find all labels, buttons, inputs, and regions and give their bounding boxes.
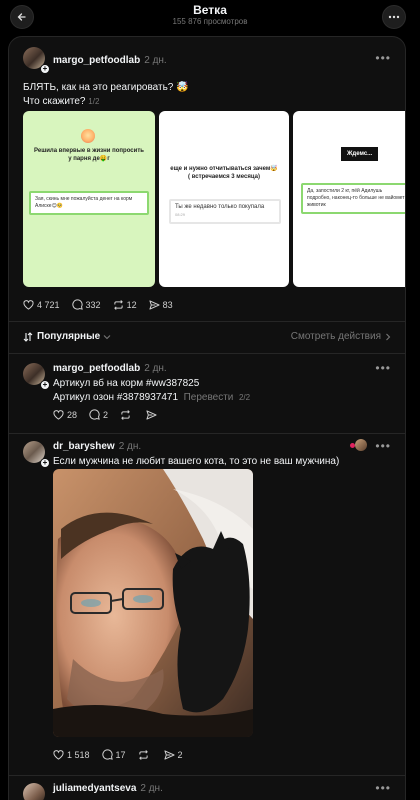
avatar-wrap[interactable]: + xyxy=(23,441,50,468)
post-text-line1: БЛЯТЬ, как на это реагировать? 🤯 xyxy=(23,82,189,93)
top-bar: Ветка 155 876 просмотров xyxy=(0,0,420,36)
send-icon xyxy=(149,299,160,310)
sort-icon xyxy=(23,331,33,342)
follow-plus-icon[interactable]: + xyxy=(40,64,50,74)
repost-count: 12 xyxy=(126,299,137,310)
post-time: 2 дн. xyxy=(144,363,167,374)
send-icon xyxy=(164,749,175,760)
avatar-wrap[interactable]: + xyxy=(23,783,49,800)
share-button[interactable]: 2 xyxy=(164,750,183,760)
post-more-icon[interactable]: ••• xyxy=(375,51,391,65)
comment-count: 2 xyxy=(103,409,109,420)
post-photo[interactable] xyxy=(53,469,253,737)
post-username[interactable]: juliamedyantseva 2 дн. xyxy=(53,783,163,794)
repost-icon xyxy=(113,299,123,310)
post-actions: 1 518 17 2 xyxy=(53,749,195,760)
follow-plus-icon[interactable]: + xyxy=(40,380,50,390)
share-count: 83 xyxy=(162,299,173,310)
follow-plus-icon[interactable]: + xyxy=(40,458,50,468)
chevron-down-icon xyxy=(103,334,111,339)
card3-tag: Ждемс... xyxy=(341,147,379,161)
send-icon xyxy=(146,409,157,420)
post-actions: 28 2 xyxy=(53,409,172,420)
comment-button[interactable]: 2 xyxy=(89,409,108,420)
carousel-image-2[interactable]: еще и нужно отчитываться зачем🤯 ( встреч… xyxy=(159,111,289,287)
post-reply-1: + margo_petfoodlab 2 дн. ••• Артикул вб н… xyxy=(9,353,405,433)
view-count: 155 876 просмотров xyxy=(172,17,248,26)
card2-bubble: Ты же недавно только покупала 08:29 xyxy=(169,199,281,224)
post-time: 2 дн. xyxy=(140,783,163,794)
repost-button[interactable] xyxy=(138,749,152,760)
carousel-image-3[interactable]: Ждемс... Да, запостили 2 кг, пёй Адилушь… xyxy=(293,111,405,287)
avatar xyxy=(23,783,45,800)
like-button[interactable]: 4 721 xyxy=(23,300,60,310)
post-text: Артикул вб на корм #ww387825 Артикул озо… xyxy=(53,377,385,405)
translate-link[interactable]: Перевести xyxy=(184,392,234,403)
thread-panel: + margo_petfoodlab 2 дн. ••• БЛЯТЬ, как н… xyxy=(8,36,406,800)
repost-button[interactable]: 12 xyxy=(113,300,137,310)
heart-icon xyxy=(23,299,34,310)
chevron-right-icon xyxy=(386,333,391,340)
card1-heading: Решила впервые в жизни попросить у парня… xyxy=(34,148,144,162)
like-button[interactable]: 1 518 xyxy=(53,750,90,760)
view-activity-link[interactable]: Смотреть действия xyxy=(291,331,391,342)
comment-icon xyxy=(71,299,83,310)
sort-dropdown[interactable]: Популярные xyxy=(23,331,111,342)
carousel-image-1[interactable]: Решила впервые в жизни попросить у парня… xyxy=(23,111,155,287)
post-more-icon[interactable]: ••• xyxy=(375,361,391,375)
divider xyxy=(9,321,405,322)
comment-count: 17 xyxy=(115,749,126,760)
post-text-line1: Артикул вб на корм #ww387825 xyxy=(53,378,200,389)
post-text-line2: Артикул озон #3878937471 xyxy=(53,392,179,403)
comment-button[interactable]: 17 xyxy=(101,749,126,760)
post-username[interactable]: margo_petfoodlab 2 дн. xyxy=(53,363,167,374)
like-count: 1 518 xyxy=(67,749,90,760)
post-actions: 4 721 332 12 83 xyxy=(23,299,185,310)
post-username[interactable]: dr_baryshew 2 дн. xyxy=(53,441,141,452)
heart-icon xyxy=(53,409,64,420)
like-count: 28 xyxy=(67,409,78,420)
page-title: Ветка xyxy=(193,3,227,17)
header-more-button[interactable] xyxy=(382,5,406,29)
avatar-wrap[interactable]: + xyxy=(23,363,50,390)
emoji-face-icon xyxy=(81,129,95,143)
post-reply-3: + juliamedyantseva2 дн. ••• xyxy=(9,775,405,800)
like-count: 4 721 xyxy=(37,299,60,310)
post-time: 2 дн. xyxy=(118,441,142,452)
comment-icon xyxy=(89,409,100,420)
post-time: 2 дн. xyxy=(144,55,167,66)
comment-icon xyxy=(101,749,113,760)
comment-button[interactable]: 332 xyxy=(71,299,101,310)
card2-heading: еще и нужно отчитываться зачем🤯 ( встреч… xyxy=(170,166,278,180)
share-button[interactable]: 83 xyxy=(149,300,173,310)
sort-bar: Популярные Смотреть действия xyxy=(9,323,405,351)
share-count: 2 xyxy=(177,749,183,760)
repost-icon xyxy=(138,749,148,760)
comment-count: 332 xyxy=(85,299,101,310)
post-page-indicator: 1/2 xyxy=(88,97,100,106)
post-text-line2: Что скажите? xyxy=(23,96,86,107)
avatar-wrap[interactable]: + xyxy=(23,47,50,74)
post-username[interactable]: margo_petfoodlab 2 дн. xyxy=(53,55,167,66)
post-text: Если мужчина не любит вашего кота, то эт… xyxy=(53,456,340,467)
repost-icon xyxy=(121,409,130,420)
repost-button[interactable] xyxy=(120,409,134,420)
reaction-avatar-icon xyxy=(350,439,367,451)
card1-bubble: Зая, скинь мне пожалуйста денег на корм … xyxy=(29,191,149,215)
post-main: + margo_petfoodlab 2 дн. ••• БЛЯТЬ, как н… xyxy=(9,37,405,327)
man-with-cat-photo xyxy=(53,469,253,737)
share-button[interactable] xyxy=(146,409,160,420)
post-reply-2: + dr_baryshew 2 дн. ••• Если мужчина не л… xyxy=(9,433,405,775)
post-text: БЛЯТЬ, как на это реагировать? 🤯 Что ска… xyxy=(23,81,385,109)
like-button[interactable]: 28 xyxy=(53,410,77,420)
post-more-icon[interactable]: ••• xyxy=(375,439,391,453)
more-icon xyxy=(388,15,400,19)
post-more-icon[interactable]: ••• xyxy=(375,781,391,795)
heart-icon xyxy=(53,749,64,760)
image-carousel[interactable]: Решила впервые в жизни попросить у парня… xyxy=(23,111,405,287)
post-page-indicator: 2/2 xyxy=(238,393,251,402)
card3-bubble: Да, запостили 2 кг, пёй Адилушь подробно… xyxy=(301,183,405,214)
